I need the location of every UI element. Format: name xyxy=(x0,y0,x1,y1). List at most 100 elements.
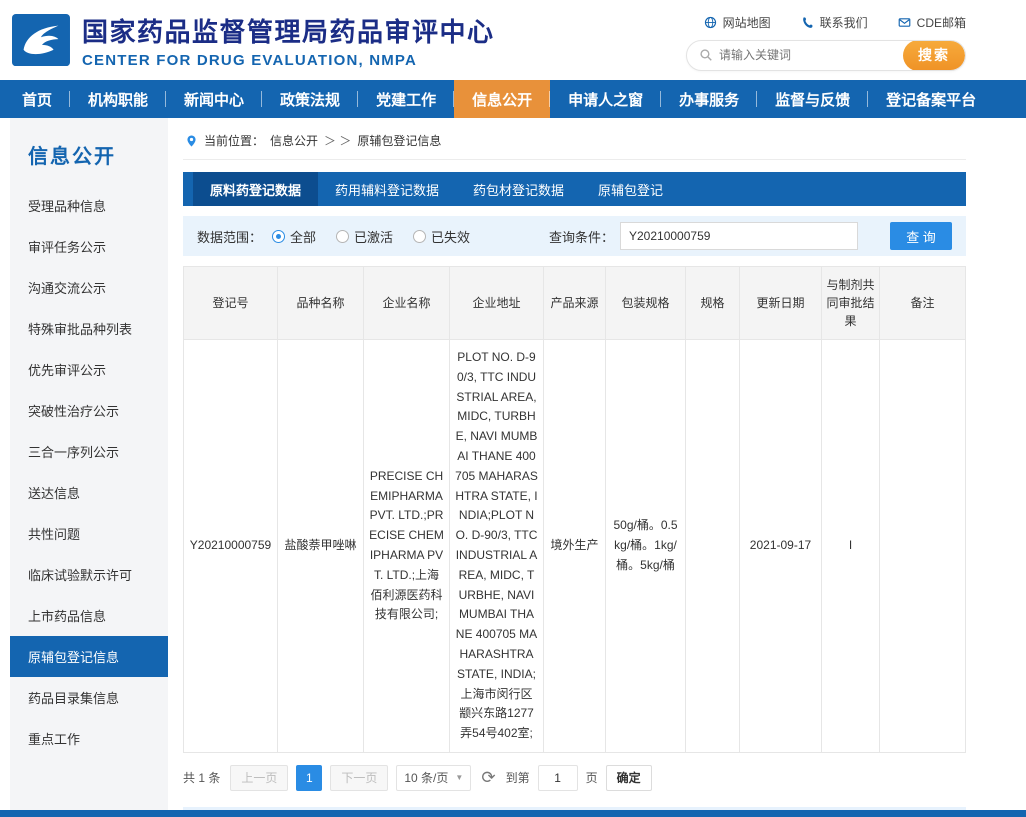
sidebar-title: 信息公开 xyxy=(10,140,168,185)
cde-logo[interactable] xyxy=(12,14,70,66)
location-pin-icon xyxy=(185,134,198,148)
globe-icon xyxy=(704,16,717,29)
col-header-reg-number: 登记号 xyxy=(184,267,278,340)
sidebar-item-clinical-trial-license[interactable]: 临床试验默示许可 xyxy=(10,554,168,595)
quick-links: 网站地图 联系我们 CDE邮箱 xyxy=(704,14,966,31)
tab-excipient-registration-data[interactable]: 药用辅料登记数据 xyxy=(318,172,456,206)
sidebar-item-breakthrough-therapy[interactable]: 突破性治疗公示 xyxy=(10,390,168,431)
col-header-company-address: 企业地址 xyxy=(450,267,544,340)
quick-link-label: 联系我们 xyxy=(820,14,868,31)
query-button[interactable]: 查 询 xyxy=(890,222,952,250)
nav-item-registration-platform[interactable]: 登记备案平台 xyxy=(868,80,994,118)
cell-joint-review-result: I xyxy=(822,340,880,753)
cell-package-spec: 50g/桶。0.5kg/桶。1kg/桶。5kg/桶 xyxy=(606,340,686,753)
content: 信息公开 受理品种信息 审评任务公示 沟通交流公示 特殊审批品种列表 优先审评公… xyxy=(0,118,1026,817)
header-search-button[interactable]: 搜索 xyxy=(903,40,965,71)
header-search-input[interactable] xyxy=(719,48,903,62)
nav-item-party-building[interactable]: 党建工作 xyxy=(358,80,454,118)
cell-reg-number: Y20210000759 xyxy=(184,340,278,753)
quick-link-mail[interactable]: CDE邮箱 xyxy=(898,14,966,31)
breadcrumb: 当前位置： 信息公开 ＞ ＞ 原辅包登记信息 xyxy=(183,126,966,160)
site-subtitle: CENTER FOR DRUG EVALUATION, NMPA xyxy=(82,52,495,69)
cell-spec xyxy=(686,340,740,753)
nav-item-applicant-window[interactable]: 申请人之窗 xyxy=(550,80,661,118)
registration-table: 登记号 品种名称 企业名称 企业地址 产品来源 包装规格 规格 更新日期 与制剂… xyxy=(183,266,966,753)
prev-page-button[interactable]: 上一页 xyxy=(230,765,288,791)
radio-label: 全部 xyxy=(290,227,316,246)
data-tabs: 原料药登记数据 药用辅料登记数据 药包材登记数据 原辅包登记 xyxy=(183,172,966,206)
col-header-joint-review-result: 与制剂共同审批结果 xyxy=(822,267,880,340)
col-header-company-name: 企业名称 xyxy=(364,267,450,340)
cde-logo-icon xyxy=(12,14,70,66)
site-title: 国家药品监督管理局药品审评中心 xyxy=(82,12,495,49)
jump-prefix-label: 到第 xyxy=(506,769,530,786)
col-header-spec: 规格 xyxy=(686,267,740,340)
nav-item-functions[interactable]: 机构职能 xyxy=(70,80,166,118)
sidebar-item-three-in-one[interactable]: 三合一序列公示 xyxy=(10,431,168,472)
tab-api-registration-data[interactable]: 原料药登记数据 xyxy=(193,172,318,206)
radio-icon-expired xyxy=(413,230,426,243)
nav-item-info-disclosure[interactable]: 信息公开 xyxy=(454,80,550,118)
sidebar-item-communication[interactable]: 沟通交流公示 xyxy=(10,267,168,308)
phone-icon xyxy=(801,16,814,29)
refresh-icon[interactable]: ⟳ xyxy=(481,769,495,786)
query-input[interactable] xyxy=(620,222,858,250)
site-header: 国家药品监督管理局药品审评中心 CENTER FOR DRUG EVALUATI… xyxy=(0,0,1026,80)
scope-label: 数据范围： xyxy=(197,227,262,246)
cell-product-source: 境外生产 xyxy=(544,340,606,753)
col-header-package-spec: 包装规格 xyxy=(606,267,686,340)
cell-company-name: PRECISE CHEMIPHARMA PVT. LTD.;PRECISE CH… xyxy=(364,340,450,753)
cell-company-address: PLOT NO. D-90/3, TTC INDUSTRIAL AREA, MI… xyxy=(450,340,544,753)
jump-suffix-label: 页 xyxy=(586,769,598,786)
sidebar-item-raw-material-registration[interactable]: 原辅包登记信息 xyxy=(10,636,168,677)
page-root: 国家药品监督管理局药品审评中心 CENTER FOR DRUG EVALUATI… xyxy=(0,0,1026,817)
col-header-product-source: 产品来源 xyxy=(544,267,606,340)
cell-update-date: 2021-09-17 xyxy=(740,340,822,753)
sidebar-item-accepted-products[interactable]: 受理品种信息 xyxy=(10,185,168,226)
footer-strip xyxy=(0,810,1026,817)
jump-page-input[interactable] xyxy=(538,765,578,791)
quick-link-contact[interactable]: 联系我们 xyxy=(801,14,868,31)
quick-link-sitemap[interactable]: 网站地图 xyxy=(704,14,771,31)
sidebar-item-key-work[interactable]: 重点工作 xyxy=(10,718,168,759)
nav-item-news[interactable]: 新闻中心 xyxy=(166,80,262,118)
radio-option-activated[interactable]: 已激活 xyxy=(336,227,393,246)
radio-option-expired[interactable]: 已失效 xyxy=(413,227,470,246)
sidebar: 信息公开 受理品种信息 审评任务公示 沟通交流公示 特殊审批品种列表 优先审评公… xyxy=(10,118,168,817)
col-header-product-name: 品种名称 xyxy=(278,267,364,340)
sidebar-item-priority-review[interactable]: 优先审评公示 xyxy=(10,349,168,390)
nav-item-supervision-feedback[interactable]: 监督与反馈 xyxy=(757,80,868,118)
radio-option-all[interactable]: 全部 xyxy=(272,227,316,246)
tab-packaging-registration-data[interactable]: 药包材登记数据 xyxy=(456,172,581,206)
nav-item-policies[interactable]: 政策法规 xyxy=(262,80,358,118)
page-size-select[interactable]: 10 条/页 ▼ xyxy=(396,765,471,791)
next-page-button[interactable]: 下一页 xyxy=(330,765,388,791)
breadcrumb-current-link[interactable]: 原辅包登记信息 xyxy=(357,132,441,149)
mail-icon xyxy=(898,16,911,29)
breadcrumb-section-link[interactable]: 信息公开 xyxy=(270,132,318,149)
pagination-total: 共 1 条 xyxy=(183,769,220,786)
table-row: Y20210000759 盐酸萘甲唑啉 PRECISE CHEMIPHARMA … xyxy=(184,340,966,753)
sidebar-item-delivery-info[interactable]: 送达信息 xyxy=(10,472,168,513)
col-header-update-date: 更新日期 xyxy=(740,267,822,340)
sidebar-item-review-tasks[interactable]: 审评任务公示 xyxy=(10,226,168,267)
sidebar-item-special-approval-list[interactable]: 特殊审批品种列表 xyxy=(10,308,168,349)
main-nav: 首页 机构职能 新闻中心 政策法规 党建工作 信息公开 申请人之窗 办事服务 监… xyxy=(0,80,1026,118)
radio-icon-all xyxy=(272,230,285,243)
search-icon xyxy=(699,48,713,62)
current-page-button[interactable]: 1 xyxy=(296,765,322,791)
sidebar-item-common-issues[interactable]: 共性问题 xyxy=(10,513,168,554)
nav-item-home[interactable]: 首页 xyxy=(4,80,70,118)
query-group: 查询条件： xyxy=(549,222,858,250)
quick-link-label: 网站地图 xyxy=(723,14,771,31)
radio-label: 已激活 xyxy=(354,227,393,246)
sidebar-item-marketed-drugs[interactable]: 上市药品信息 xyxy=(10,595,168,636)
jump-confirm-button[interactable]: 确定 xyxy=(606,765,652,791)
col-header-remarks: 备注 xyxy=(880,267,966,340)
nav-item-services[interactable]: 办事服务 xyxy=(661,80,757,118)
breadcrumb-separator: ＞ ＞ xyxy=(324,132,351,149)
pagination: 共 1 条 上一页 1 下一页 10 条/页 ▼ ⟳ 到第 页 确定 xyxy=(183,765,966,791)
main-panel: 当前位置： 信息公开 ＞ ＞ 原辅包登记信息 原料药登记数据 药用辅料登记数据 … xyxy=(183,126,966,817)
tab-raw-material-registration[interactable]: 原辅包登记 xyxy=(581,172,680,206)
sidebar-item-drug-catalog[interactable]: 药品目录集信息 xyxy=(10,677,168,718)
